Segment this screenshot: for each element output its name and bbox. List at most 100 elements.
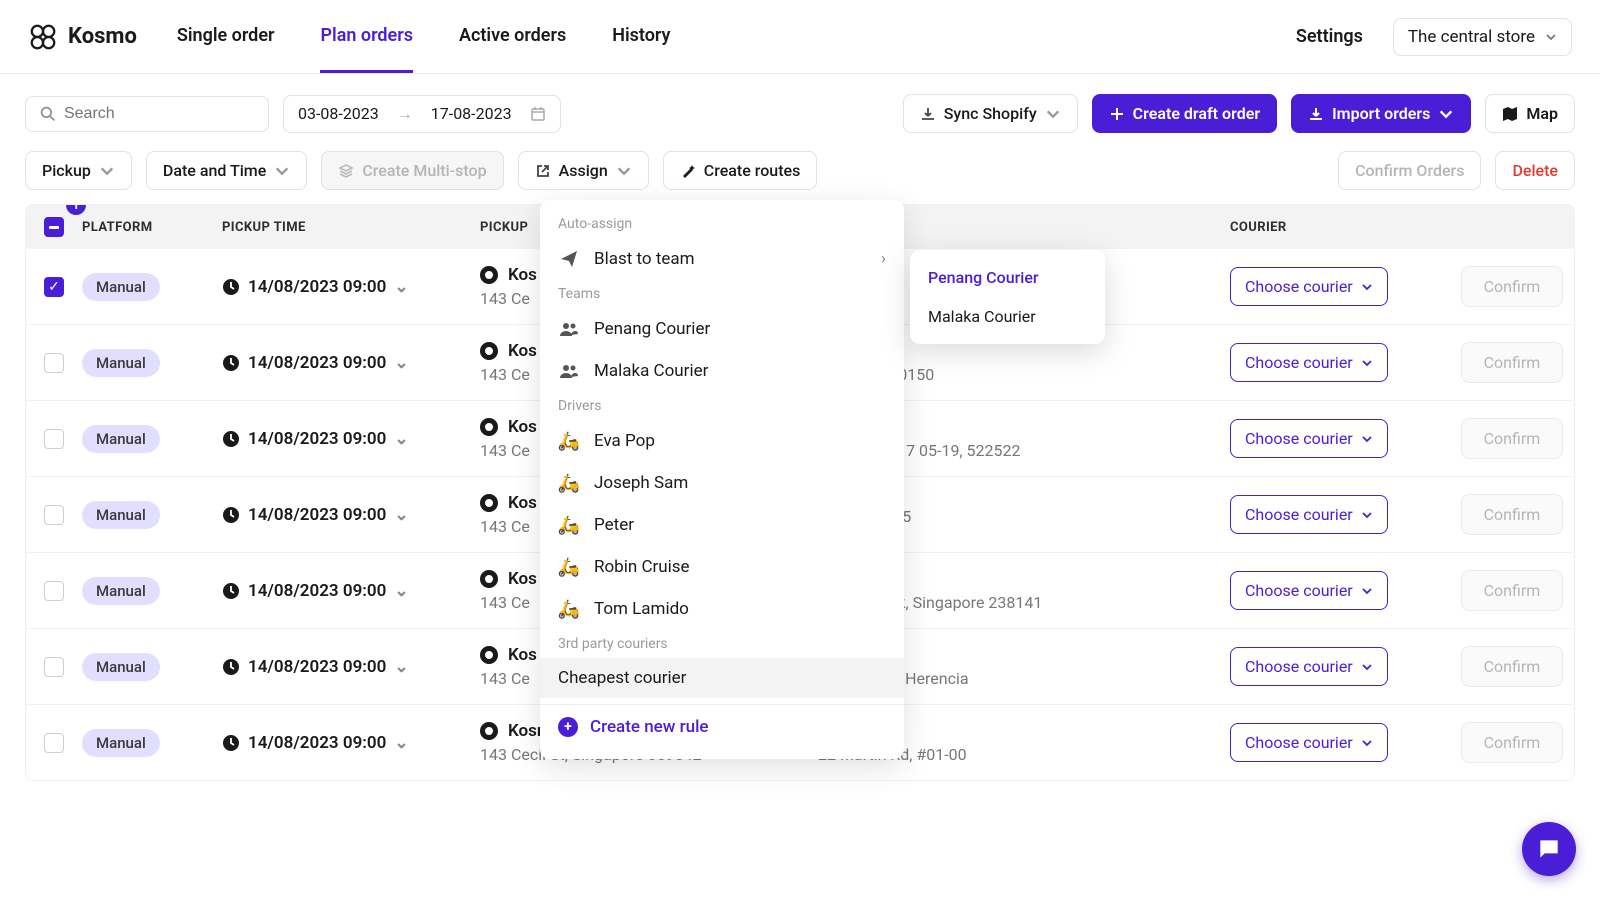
chevron-down-icon: [616, 163, 632, 179]
create-routes-button[interactable]: Create routes: [663, 151, 818, 190]
confirm-button: Confirm: [1461, 570, 1564, 611]
dd-driver-tom[interactable]: 🛵Tom Lamido: [540, 588, 904, 630]
pickup-filter[interactable]: Pickup: [25, 151, 132, 190]
app-header: Kosmo Single order Plan orders Active or…: [0, 0, 1600, 74]
download-icon: [920, 106, 936, 122]
pickup-name: Kos: [508, 645, 537, 665]
choose-courier-button[interactable]: Choose courier: [1230, 343, 1388, 382]
pickup-time-cell[interactable]: 14/08/2023 09:00 ⌄: [222, 505, 480, 525]
dd-section-3rdparty: 3rd party couriers: [540, 630, 904, 658]
blast-submenu: Penang Courier Malaka Courier: [910, 250, 1105, 344]
dd-section-drivers: Drivers: [540, 392, 904, 420]
clock-icon: [222, 430, 240, 448]
dd-driver-peter[interactable]: 🛵Peter: [540, 504, 904, 546]
chevron-right-icon: ›: [881, 249, 886, 269]
dd-driver-robin[interactable]: 🛵Robin Cruise: [540, 546, 904, 588]
search-input[interactable]: [64, 105, 254, 123]
dd-team-malaka[interactable]: Malaka Courier: [540, 350, 904, 392]
confirm-button: Confirm: [1461, 342, 1564, 383]
chat-icon: [1536, 836, 1562, 862]
dd-blast-to-team[interactable]: Blast to team ›: [540, 238, 904, 280]
clock-icon: [222, 582, 240, 600]
submenu-malaka[interactable]: Malaka Courier: [910, 297, 1105, 336]
team-icon: [558, 318, 580, 340]
settings-link[interactable]: Settings: [1296, 26, 1363, 47]
platform-badge: Manual: [82, 425, 160, 453]
nav-plan-orders[interactable]: Plan orders: [320, 25, 412, 73]
sync-shopify-button[interactable]: Sync Shopify: [903, 94, 1078, 133]
platform-badge: Manual: [82, 729, 160, 757]
scooter-icon: 🛵: [558, 514, 580, 536]
choose-courier-button[interactable]: Choose courier: [1230, 495, 1388, 534]
store-selector[interactable]: The central store: [1393, 18, 1572, 56]
row-checkbox[interactable]: [44, 581, 64, 601]
delete-button[interactable]: Delete: [1495, 151, 1575, 190]
assign-dropdown: Auto-assign Blast to team › Teams Penang…: [540, 200, 904, 759]
date-range-picker[interactable]: 03-08-2023 → 17-08-2023: [283, 95, 561, 133]
clock-icon: [222, 278, 240, 296]
pickup-dot-icon: [480, 646, 498, 664]
dd-team-penang[interactable]: Penang Courier: [540, 308, 904, 350]
chat-fab[interactable]: [1522, 822, 1576, 876]
dd-cheapest-courier[interactable]: Cheapest courier: [540, 658, 904, 698]
pickup-name: Kos: [508, 265, 537, 285]
choose-courier-button[interactable]: Choose courier: [1230, 723, 1388, 762]
chevron-down-icon: [1361, 585, 1373, 597]
date-to: 17-08-2023: [431, 104, 512, 123]
search-input-wrap[interactable]: [25, 96, 269, 132]
dd-section-teams: Teams: [540, 280, 904, 308]
pickup-time-cell[interactable]: 14/08/2023 09:00 ⌄: [222, 353, 480, 373]
store-selected: The central store: [1408, 27, 1535, 47]
main-nav: Single order Plan orders Active orders H…: [177, 25, 671, 49]
pickup-time-cell[interactable]: 14/08/2023 09:00 ⌄: [222, 429, 480, 449]
col-pickup-time: PICKUP TIME: [222, 220, 480, 235]
plus-circle-icon: +: [558, 717, 578, 737]
pickup-name: Kos: [508, 417, 537, 437]
choose-courier-button[interactable]: Choose courier: [1230, 647, 1388, 686]
nav-active-orders[interactable]: Active orders: [459, 25, 566, 73]
clock-icon: [222, 658, 240, 676]
pickup-time-cell[interactable]: 14/08/2023 09:00 ⌄: [222, 657, 480, 677]
pickup-time-cell[interactable]: 14/08/2023 09:00 ⌄: [222, 581, 480, 601]
dd-create-new-rule[interactable]: + Create new rule: [540, 704, 904, 749]
row-checkbox[interactable]: [44, 505, 64, 525]
row-checkbox[interactable]: [44, 429, 64, 449]
select-all-checkbox[interactable]: [44, 217, 64, 237]
chevron-down-icon: [1361, 509, 1373, 521]
chevron-down-icon: [1361, 433, 1373, 445]
datetime-filter[interactable]: Date and Time: [146, 151, 307, 190]
confirm-button: Confirm: [1461, 646, 1564, 687]
row-checkbox[interactable]: ✓: [44, 277, 64, 297]
choose-courier-button[interactable]: Choose courier: [1230, 267, 1388, 306]
create-draft-order-button[interactable]: Create draft order: [1092, 94, 1277, 133]
nav-single-order[interactable]: Single order: [177, 25, 275, 73]
dd-driver-joseph[interactable]: 🛵Joseph Sam: [540, 462, 904, 504]
row-checkbox[interactable]: [44, 733, 64, 753]
pickup-dot-icon: [480, 494, 498, 512]
choose-courier-button[interactable]: Choose courier: [1230, 571, 1388, 610]
map-button[interactable]: Map: [1485, 94, 1575, 133]
platform-badge: Manual: [82, 577, 160, 605]
create-multistop-button: Create Multi-stop: [321, 151, 503, 190]
import-icon: [1308, 106, 1324, 122]
confirm-button: Confirm: [1461, 418, 1564, 459]
submenu-penang[interactable]: Penang Courier: [910, 258, 1105, 297]
dd-driver-eva[interactable]: 🛵Eva Pop: [540, 420, 904, 462]
chevron-down-icon: ⌄: [394, 733, 408, 753]
pickup-time-cell[interactable]: 14/08/2023 09:00 ⌄: [222, 733, 480, 753]
assign-icon: [535, 163, 551, 179]
assign-button[interactable]: Assign: [518, 151, 649, 190]
import-orders-button[interactable]: Import orders: [1291, 94, 1471, 133]
choose-courier-button[interactable]: Choose courier: [1230, 419, 1388, 458]
chevron-down-icon: [274, 163, 290, 179]
pickup-time-cell[interactable]: 14/08/2023 09:00 ⌄: [222, 277, 480, 297]
search-icon: [40, 105, 56, 123]
pickup-name: Kos: [508, 569, 537, 589]
brand-name: Kosmo: [68, 24, 137, 49]
nav-history[interactable]: History: [612, 25, 670, 73]
row-checkbox[interactable]: [44, 353, 64, 373]
platform-badge: Manual: [82, 273, 160, 301]
row-checkbox[interactable]: [44, 657, 64, 677]
team-icon: [558, 360, 580, 382]
pickup-dot-icon: [480, 418, 498, 436]
